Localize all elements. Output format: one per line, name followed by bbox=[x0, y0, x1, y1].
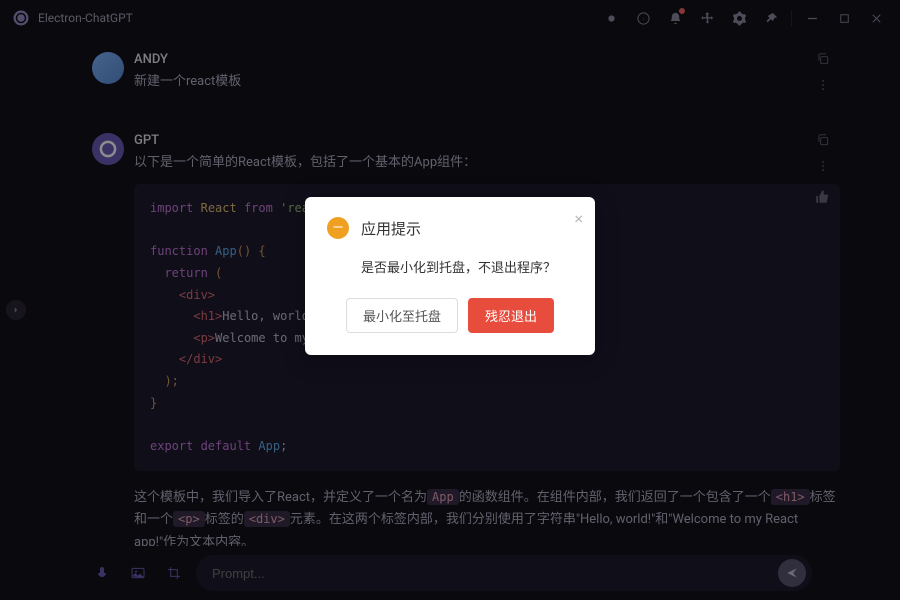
warning-icon: — bbox=[327, 217, 349, 239]
minimize-to-tray-button[interactable]: 最小化至托盘 bbox=[346, 298, 458, 333]
modal-close-button[interactable]: × bbox=[574, 209, 583, 228]
modal-body: 是否最小化到托盘，不退出程序？ bbox=[327, 257, 573, 276]
force-exit-button[interactable]: 残忍退出 bbox=[468, 298, 554, 333]
exit-modal: × — 应用提示 是否最小化到托盘，不退出程序？ 最小化至托盘 残忍退出 bbox=[305, 197, 595, 355]
modal-title: 应用提示 bbox=[361, 218, 421, 239]
